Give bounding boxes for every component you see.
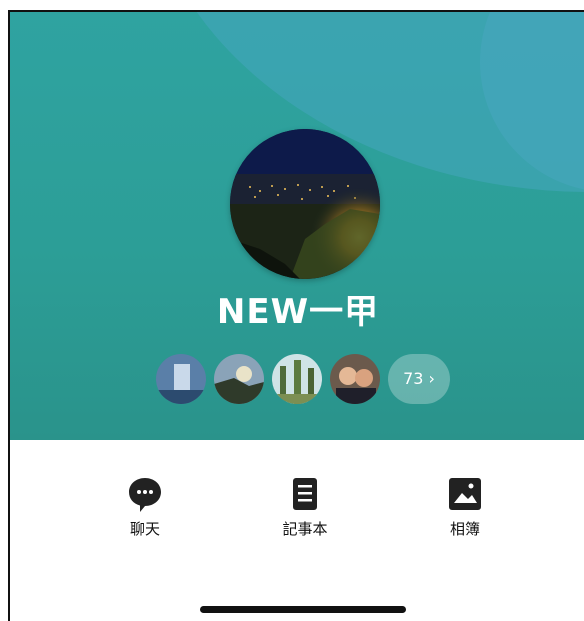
album-label: 相簿 (449, 520, 480, 538)
friend-avatar-1-icon (156, 354, 206, 404)
night-city-photo (230, 129, 380, 279)
notes-label: 記事本 (282, 520, 328, 538)
friend-avatar[interactable] (330, 354, 380, 404)
profile-screen: NEW一甲 73 › 聊天 記事本 相簿 (8, 10, 584, 621)
home-indicator[interactable] (200, 606, 406, 613)
chat-button[interactable]: 聊天 (95, 474, 195, 539)
friend-avatar[interactable] (156, 354, 206, 404)
friend-avatar-2-icon (214, 354, 264, 404)
album-icon (415, 474, 515, 514)
profile-header: NEW一甲 73 › (10, 12, 584, 440)
action-bar: 聊天 記事本 相簿 (10, 474, 584, 554)
album-button[interactable]: 相簿 (415, 474, 515, 539)
notes-icon (255, 474, 355, 514)
profile-photo[interactable] (230, 129, 380, 279)
friend-avatar-4-icon (330, 354, 380, 404)
friend-avatar[interactable] (272, 354, 322, 404)
friend-avatar-3-icon (272, 354, 322, 404)
profile-name: NEW一甲 (216, 292, 380, 332)
friend-count: 73 (403, 369, 424, 388)
chat-bubble-icon (95, 474, 195, 514)
notes-button[interactable]: 記事本 (255, 474, 355, 539)
chevron-right-icon: › (428, 369, 435, 388)
chat-label: 聊天 (129, 520, 160, 538)
friend-avatar[interactable] (214, 354, 264, 404)
friend-count-button[interactable]: 73 › (388, 354, 450, 404)
